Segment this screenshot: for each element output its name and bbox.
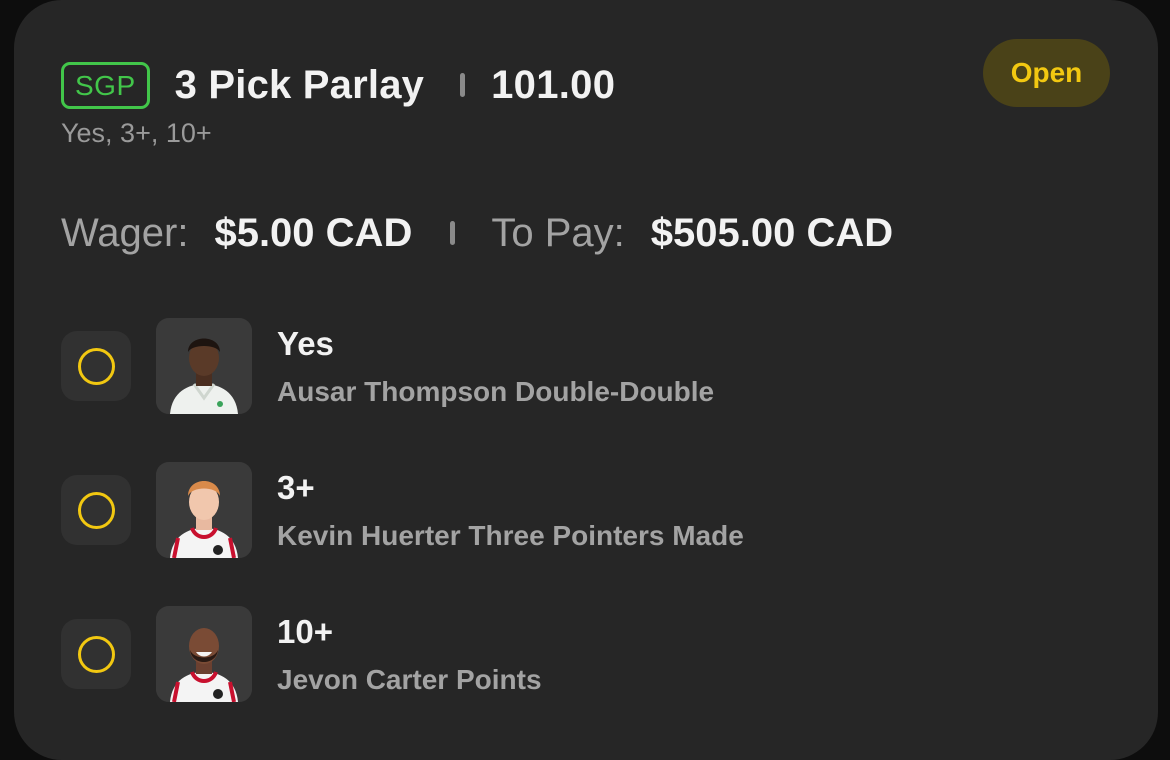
bet-card[interactable]: SGP 3 Pick Parlay 101.00 Open Yes, 3+, 1… [14,0,1158,760]
divider [460,73,466,97]
bet-odds: 101.00 [491,62,616,107]
leg-status-indicator [61,331,131,401]
leg-item[interactable]: 3+ Kevin Huerter Three Pointers Made [61,462,744,558]
payout-label: To Pay: [491,210,625,255]
pending-circle-icon [77,491,115,529]
leg-item[interactable]: Yes Ausar Thompson Double-Double [61,318,714,414]
bet-title: 3 Pick Parlay [174,62,425,107]
player-headshot-icon [156,462,252,558]
leg-item[interactable]: 10+ Jevon Carter Points [61,606,542,702]
leg-pick: 10+ [277,612,333,650]
bet-header: SGP 3 Pick Parlay 101.00 [61,60,615,110]
leg-status-indicator [61,475,131,545]
leg-pick: 3+ [277,468,315,506]
wager-amount: $5.00 CAD [214,210,413,255]
player-headshot-icon [156,606,252,702]
leg-text: Yes Ausar Thompson Double-Double [277,324,714,409]
payout-amount: $505.00 CAD [650,210,894,255]
leg-description: Ausar Thompson Double-Double [277,375,715,407]
divider [450,221,456,245]
pending-circle-icon [77,635,115,673]
wager-label: Wager: [61,210,189,255]
leg-pick: Yes [277,324,334,362]
status-badge: Open [983,39,1110,107]
leg-text: 10+ Jevon Carter Points [277,612,542,697]
sgp-badge: SGP [61,61,150,109]
leg-description: Jevon Carter Points [277,663,542,695]
leg-text: 3+ Kevin Huerter Three Pointers Made [277,468,744,553]
player-headshot-icon [156,318,252,414]
leg-description: Kevin Huerter Three Pointers Made [277,519,744,551]
pending-circle-icon [77,347,115,385]
bet-summary: Yes, 3+, 10+ [61,118,212,148]
leg-status-indicator [61,619,131,689]
wager-row: Wager: $5.00 CAD To Pay: $505.00 CAD [61,205,893,261]
